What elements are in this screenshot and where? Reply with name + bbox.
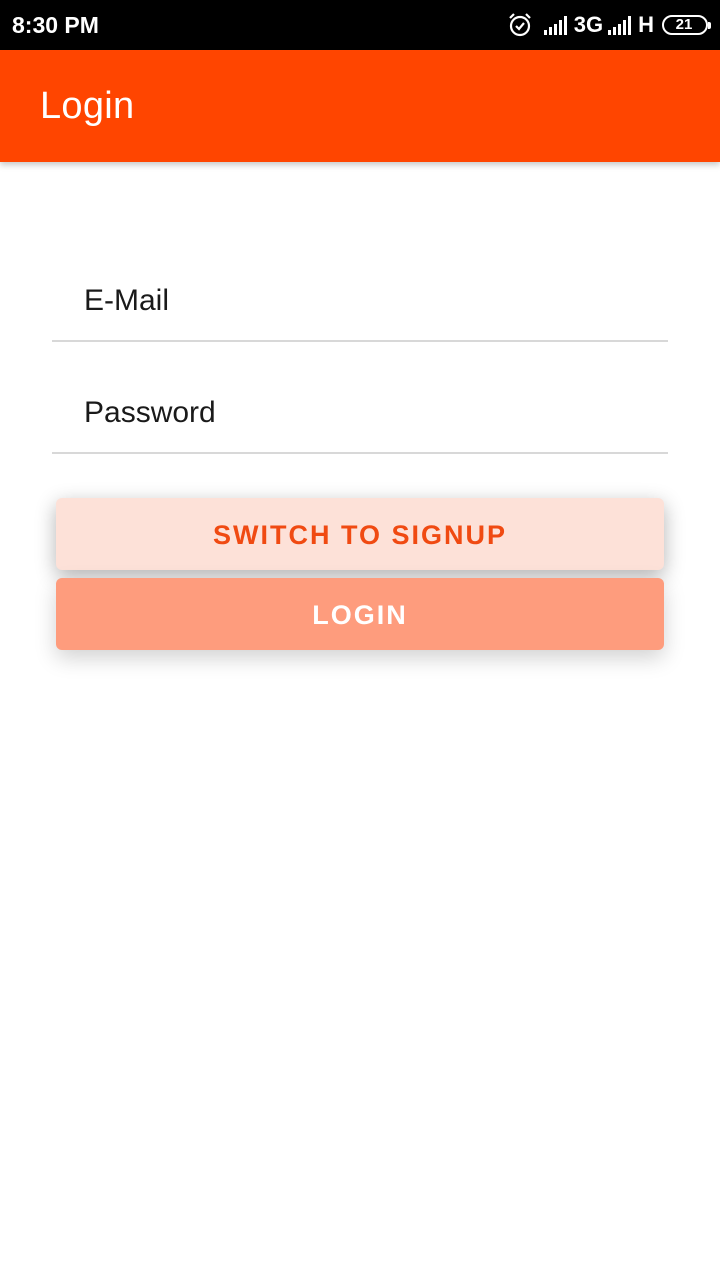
email-field-container: [52, 242, 668, 342]
password-field[interactable]: [84, 396, 644, 430]
status-bar: 8:30 PM 3G H 21: [0, 0, 720, 50]
signal-icon: [608, 16, 632, 35]
signal-icon: [543, 16, 567, 35]
battery-level: 21: [675, 16, 693, 33]
switch-to-signup-button[interactable]: SWITCH TO SIGNUP: [56, 498, 664, 570]
network-type-label: H: [638, 12, 654, 37]
password-field-container: [52, 354, 668, 454]
network-type-label: 3G: [573, 12, 604, 37]
battery-icon: 21: [662, 15, 711, 35]
login-button[interactable]: LOGIN: [56, 578, 664, 650]
app-bar: Login: [0, 50, 720, 162]
status-time: 8:30 PM: [12, 12, 99, 38]
page-title: Login: [40, 85, 135, 127]
status-icons: 3G H 21: [507, 11, 711, 39]
alarm-icon: [508, 13, 531, 37]
email-field[interactable]: [84, 284, 644, 318]
